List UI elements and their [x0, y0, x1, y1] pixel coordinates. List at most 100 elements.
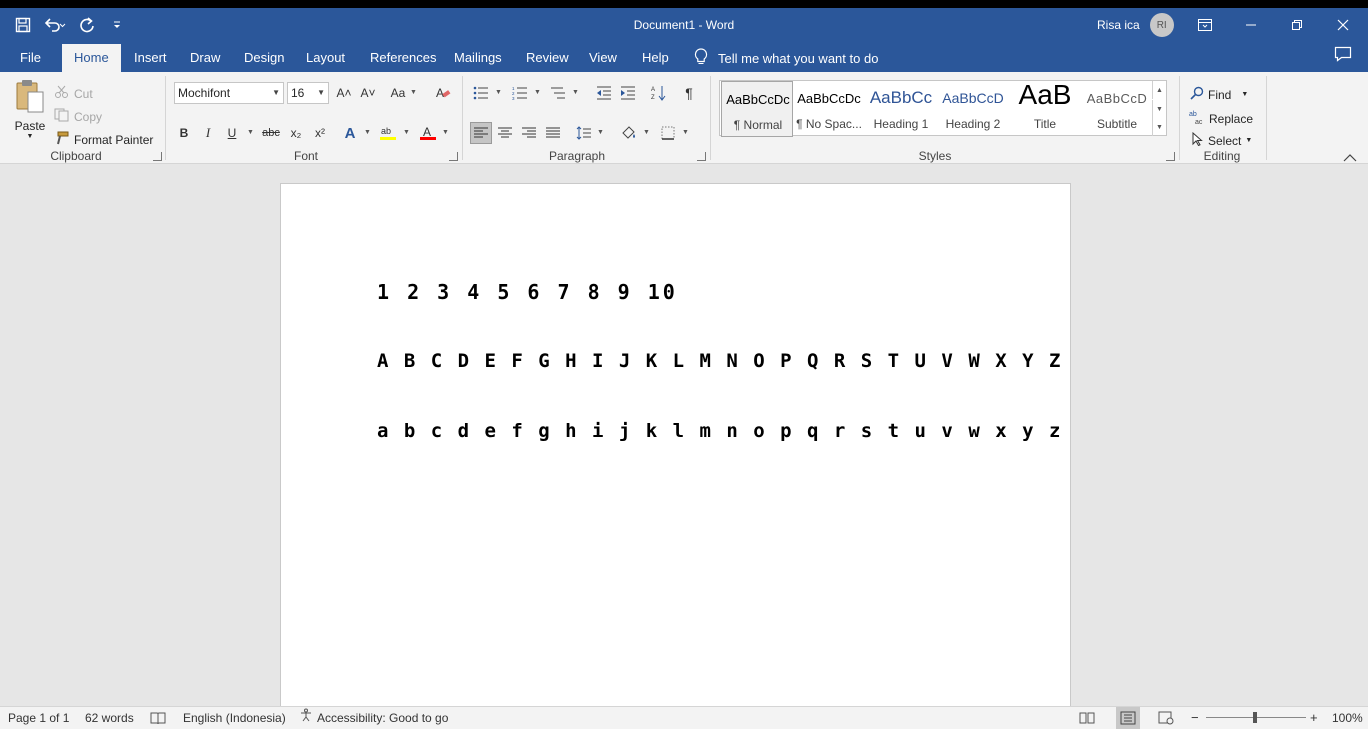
superscript-button[interactable]: x²	[309, 122, 331, 144]
tab-references[interactable]: References	[364, 44, 442, 72]
restore-icon[interactable]	[1274, 8, 1320, 42]
numbering-icon[interactable]: 123	[509, 82, 531, 104]
strikethrough-button[interactable]: abc	[260, 122, 282, 144]
styles-launcher-icon[interactable]	[1166, 152, 1175, 161]
shading-icon[interactable]	[618, 122, 640, 144]
font-group-label: Font	[293, 149, 318, 163]
underline-button[interactable]: U	[221, 122, 243, 144]
word-count[interactable]: 62 words	[85, 707, 134, 729]
shrink-font-icon[interactable]: A˅	[357, 82, 379, 104]
style-heading-1[interactable]: AaBbCc Heading 1	[865, 81, 937, 137]
paste-label: Paste	[14, 119, 46, 133]
font-color-icon[interactable]: A	[417, 122, 439, 144]
tab-help[interactable]: Help	[636, 44, 675, 72]
decrease-indent-icon[interactable]	[593, 82, 615, 104]
zoom-level[interactable]: 100%	[1332, 707, 1363, 729]
clipboard-launcher-icon[interactable]	[153, 152, 162, 161]
tab-view[interactable]: View	[583, 44, 623, 72]
style-normal[interactable]: AaBbCcDc ¶ Normal	[721, 81, 793, 137]
ribbon-display-options-icon[interactable]	[1182, 8, 1228, 42]
format-painter-button[interactable]: Format Painter	[54, 131, 153, 148]
cut-button[interactable]: Cut	[54, 85, 93, 102]
clear-formatting-icon[interactable]: A	[432, 82, 454, 104]
language[interactable]: English (Indonesia)	[183, 707, 286, 729]
tab-review[interactable]: Review	[520, 44, 575, 72]
tab-insert[interactable]: Insert	[128, 44, 173, 72]
zoom-in-button[interactable]: +	[1310, 707, 1318, 729]
document-page[interactable]: 1 2 3 4 5 6 7 8 9 10 A B C D E F G H I J…	[280, 183, 1071, 713]
style-heading-2[interactable]: AaBbCcD Heading 2	[937, 81, 1009, 137]
web-layout-icon[interactable]	[1158, 707, 1174, 729]
font-name-select[interactable]: Mochifont ▼	[174, 82, 284, 104]
close-icon[interactable]	[1320, 8, 1366, 42]
bold-button[interactable]: B	[173, 122, 195, 144]
tab-layout[interactable]: Layout	[300, 44, 351, 72]
chevron-down-icon: ▼	[26, 133, 34, 140]
customize-qat-icon[interactable]	[104, 12, 130, 38]
zoom-slider-thumb[interactable]	[1253, 712, 1257, 723]
sort-icon[interactable]: AZ	[648, 82, 670, 104]
print-layout-icon[interactable]	[1116, 707, 1140, 729]
gallery-up-icon[interactable]: ▲	[1152, 81, 1166, 99]
save-icon[interactable]	[10, 12, 36, 38]
collapse-ribbon-icon[interactable]	[1340, 152, 1360, 164]
align-right-button[interactable]	[518, 122, 540, 144]
format-painter-label: Format Painter	[74, 132, 154, 147]
italic-button[interactable]: I	[197, 122, 219, 144]
account[interactable]: Risa ica RI	[1097, 13, 1174, 37]
copy-icon	[54, 108, 70, 125]
svg-text:Z: Z	[651, 95, 655, 101]
justify-button[interactable]	[542, 122, 564, 144]
minimize-icon[interactable]	[1228, 8, 1274, 42]
editing-group-label: Editing	[1203, 149, 1241, 163]
increase-indent-icon[interactable]	[617, 82, 639, 104]
tab-file[interactable]: File	[14, 44, 47, 72]
find-button[interactable]: Find ▼	[1190, 86, 1248, 103]
style-no-spacing[interactable]: AaBbCcDc ¶ No Spac...	[793, 81, 865, 137]
user-name: Risa ica	[1097, 18, 1140, 32]
group-divider	[462, 76, 463, 160]
replace-button[interactable]: ab ac Replace	[1189, 109, 1253, 128]
cut-label: Cut	[74, 86, 93, 101]
redo-icon[interactable]	[74, 12, 100, 38]
align-center-button[interactable]	[494, 122, 516, 144]
accessibility-status[interactable]: Accessibility: Good to go	[299, 707, 448, 729]
tab-home[interactable]: Home	[62, 44, 121, 72]
avatar[interactable]: RI	[1149, 13, 1174, 37]
chevron-down-icon: ▼	[1245, 137, 1253, 144]
search-icon	[1190, 86, 1204, 103]
bullets-icon[interactable]	[470, 82, 492, 104]
read-mode-icon[interactable]	[1079, 707, 1095, 729]
paste-button[interactable]: Paste ▼	[12, 78, 48, 140]
font-launcher-icon[interactable]	[449, 152, 458, 161]
style-title[interactable]: AaB Title	[1009, 79, 1081, 137]
undo-icon[interactable]	[40, 12, 70, 38]
show-formatting-marks-icon[interactable]: ¶	[678, 82, 700, 104]
borders-icon[interactable]	[657, 122, 679, 144]
change-case-icon[interactable]: Aa	[387, 82, 409, 104]
scissors-icon	[54, 85, 70, 102]
style-subtitle[interactable]: AaBbCcD Subtitle	[1081, 81, 1153, 137]
font-name-value: Mochifont	[178, 86, 231, 100]
tell-me-search[interactable]: Tell me what you want to do	[694, 44, 878, 72]
line-spacing-icon[interactable]	[573, 122, 595, 144]
highlight-icon[interactable]: ab	[377, 122, 399, 144]
paragraph-launcher-icon[interactable]	[697, 152, 706, 161]
align-left-button[interactable]	[470, 122, 492, 144]
proofing-icon[interactable]	[150, 707, 166, 729]
copy-button[interactable]: Copy	[54, 108, 102, 125]
comments-icon[interactable]	[1334, 46, 1354, 66]
tab-mailings[interactable]: Mailings	[448, 44, 508, 72]
gallery-down-icon[interactable]: ▼	[1152, 100, 1166, 118]
text-effects-icon[interactable]: A	[339, 122, 361, 144]
zoom-out-button[interactable]: −	[1191, 707, 1199, 729]
tab-design[interactable]: Design	[238, 44, 290, 72]
grow-font-icon[interactable]: A˄	[333, 82, 355, 104]
tab-draw[interactable]: Draw	[184, 44, 226, 72]
page-count[interactable]: Page 1 of 1	[8, 707, 69, 729]
select-button[interactable]: Select ▼	[1192, 131, 1253, 149]
font-size-select[interactable]: 16 ▼	[287, 82, 329, 104]
multilevel-list-icon[interactable]	[547, 82, 569, 104]
subscript-button[interactable]: x₂	[285, 122, 307, 144]
gallery-more-icon[interactable]: ▼	[1152, 118, 1166, 136]
